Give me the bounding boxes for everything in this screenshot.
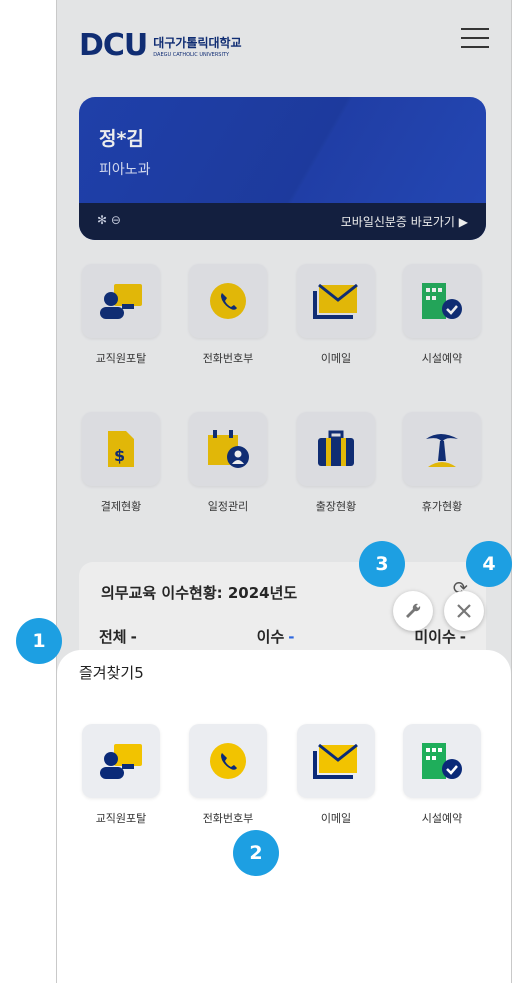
phone-icon xyxy=(210,743,246,779)
favorite-email[interactable]: 이메일 xyxy=(295,724,377,826)
favorite-label: 전화번호부 xyxy=(202,812,254,825)
annotation-badge-1: 1 xyxy=(16,618,62,664)
edit-favorites-button[interactable] xyxy=(393,591,433,631)
favorite-label: 시설예약 xyxy=(421,812,463,825)
portal-icon xyxy=(100,744,142,779)
annotation-badge-2: 2 xyxy=(233,830,279,876)
favorite-facility[interactable]: 시설예약 xyxy=(401,724,483,826)
annotation-badge-4: 4 xyxy=(466,541,512,587)
favorite-portal[interactable]: 교직원포탈 xyxy=(80,724,162,826)
wrench-icon xyxy=(406,603,421,618)
favorites-sheet: 즐겨찾기5 교직원포탈 전화번호부 이메일 시설예약 xyxy=(57,650,511,983)
phone-screen: DCU 대구가톨릭대학교 DAEGU CATHOLIC UNIVERSITY 정… xyxy=(56,0,512,983)
favorites-title: 즐겨찾기5 xyxy=(79,664,144,682)
close-favorites-button[interactable] xyxy=(444,591,484,631)
building-check-icon xyxy=(422,743,462,779)
mail-icon xyxy=(313,743,358,779)
close-icon xyxy=(457,604,471,618)
annotation-badge-3: 3 xyxy=(359,541,405,587)
favorite-phonebook[interactable]: 전화번호부 xyxy=(187,724,269,826)
favorite-label: 교직원포탈 xyxy=(95,812,147,825)
favorite-label: 이메일 xyxy=(320,812,352,825)
